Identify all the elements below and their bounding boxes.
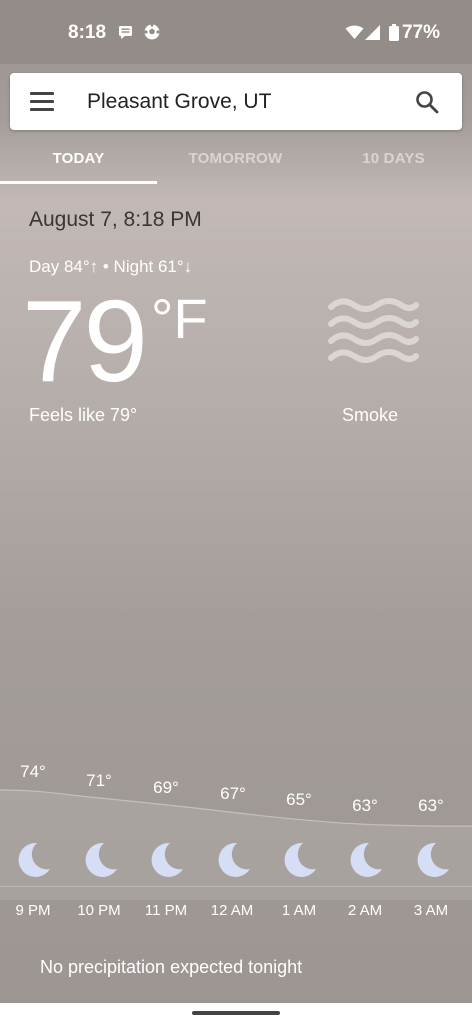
moon-icon: [18, 842, 50, 877]
location-name[interactable]: Pleasant Grove, UT: [87, 90, 271, 114]
moon-icon: [85, 842, 117, 877]
feels-like: Feels like 79°: [29, 405, 138, 425]
hour-label: 9 PM: [15, 902, 51, 919]
hour-label: 1 AM: [281, 902, 317, 919]
battery-percent: 77%: [401, 22, 440, 43]
day-night-temps: Day 84°↑ • Night 61°↓: [29, 257, 193, 276]
date-time: August 7, 8:18 PM: [29, 208, 202, 231]
moon-icon: [218, 842, 250, 877]
location-search-bar[interactable]: Pleasant Grove, UT: [10, 73, 462, 130]
weather-page: 8:18 77% Pleasant Grove, UT TODAY TOMORR…: [0, 0, 472, 1024]
hour-label: 2 AM: [347, 902, 383, 919]
hourly-divider: [0, 886, 472, 887]
hour-label: 10 PM: [77, 902, 121, 919]
smoke-icon: [328, 298, 419, 363]
forecast-tabs: TODAY TOMORROW 10 DAYS: [0, 132, 472, 186]
menu-icon[interactable]: [30, 92, 54, 112]
signal-icon: [365, 25, 380, 40]
current-temperature: 79: [22, 276, 148, 406]
status-bar: 8:18 77%: [0, 0, 472, 64]
tab-tomorrow[interactable]: TOMORROW: [157, 132, 314, 186]
message-icon: [119, 26, 132, 39]
moon-icon: [151, 842, 183, 877]
tab-10-days[interactable]: 10 DAYS: [315, 132, 472, 186]
soccer-ball-icon: [144, 24, 160, 40]
hour-label: 11 PM: [144, 902, 188, 919]
hour-temp: 65°: [286, 790, 312, 809]
condition-label: Smoke: [342, 405, 399, 425]
active-tab-indicator: [0, 181, 157, 184]
status-time: 8:18: [68, 22, 107, 43]
moon-icon: [350, 842, 382, 877]
moon-icon: [417, 842, 449, 877]
hour-temp: 63°: [418, 796, 444, 815]
moon-icon: [284, 842, 316, 877]
hour-label: 3 AM: [413, 902, 449, 919]
gesture-handle[interactable]: [192, 1011, 280, 1015]
precipitation-note: No precipitation expected tonight: [40, 957, 303, 977]
hour-temp: 74°: [20, 762, 46, 781]
hour-temp: 69°: [153, 778, 179, 797]
battery-icon: [389, 24, 399, 41]
hour-temp: 63°: [352, 796, 378, 815]
wifi-icon: [345, 25, 364, 39]
hour-temp: 67°: [220, 784, 246, 803]
tab-today[interactable]: TODAY: [0, 132, 157, 186]
search-icon[interactable]: [414, 89, 440, 115]
hour-label: 12 AM: [210, 902, 254, 919]
hour-temp: 71°: [86, 771, 112, 790]
temperature-unit: °F: [151, 287, 208, 350]
